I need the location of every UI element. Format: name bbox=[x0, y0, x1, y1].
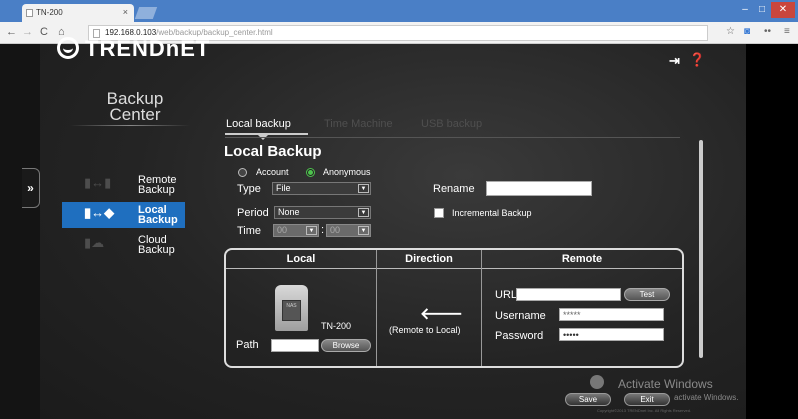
tab-close-icon[interactable]: × bbox=[123, 7, 128, 17]
password-label: Password bbox=[495, 330, 544, 342]
remote-backup-icon: ▮↔▮ bbox=[84, 175, 112, 190]
time-hour-value: 00 bbox=[277, 225, 288, 235]
time-separator: : bbox=[321, 224, 325, 236]
logo-mark bbox=[57, 37, 79, 59]
extension-dots-icon[interactable]: •• bbox=[764, 26, 771, 37]
tab-time-machine[interactable]: Time Machine bbox=[324, 118, 393, 130]
col-direction-header: Direction bbox=[405, 253, 453, 265]
tab-usb-backup[interactable]: USB backup bbox=[421, 118, 482, 130]
save-button[interactable]: Save bbox=[565, 393, 611, 406]
sidebar-item-label: Local Backup bbox=[138, 204, 178, 226]
time-minute-value: 00 bbox=[330, 225, 341, 235]
column-divider bbox=[481, 250, 482, 366]
chevron-down-icon: ▼ bbox=[358, 208, 369, 217]
anonymous-label: Anonymous bbox=[323, 167, 371, 177]
direction-text: (Remote to Local) bbox=[389, 325, 461, 335]
rename-input[interactable] bbox=[486, 181, 592, 196]
back-icon[interactable]: ← bbox=[6, 26, 17, 38]
new-tab-button[interactable] bbox=[134, 7, 158, 19]
local-backup-icon: ▮↔◆ bbox=[84, 205, 115, 220]
sidebar-item-local-backup[interactable]: ▮↔◆ Local Backup bbox=[62, 202, 185, 228]
sidebar-item-remote-backup[interactable]: ▮↔▮ Remote Backup bbox=[62, 172, 185, 198]
scrollbar[interactable] bbox=[699, 140, 703, 358]
minimize-button[interactable]: – bbox=[737, 2, 753, 18]
col-local-header: Local bbox=[286, 253, 316, 265]
username-input[interactable]: ***** bbox=[559, 308, 664, 321]
type-value: File bbox=[276, 183, 291, 193]
nas-device-icon: NAS bbox=[275, 285, 308, 331]
account-label: Account bbox=[256, 167, 289, 177]
logout-icon[interactable]: ⇥ bbox=[669, 53, 680, 69]
arrow-left-icon: 🡐 bbox=[420, 306, 463, 323]
right-margin bbox=[746, 44, 798, 419]
password-input[interactable]: ••••• bbox=[559, 328, 664, 341]
browse-button[interactable]: Browse bbox=[321, 339, 371, 352]
sidebar-divider bbox=[70, 125, 190, 126]
incremental-backup-label: Incremental Backup bbox=[452, 208, 532, 218]
time-label: Time bbox=[237, 225, 262, 237]
rename-label: Rename bbox=[433, 183, 475, 195]
url-label: URL bbox=[495, 289, 518, 301]
path-label: Path bbox=[236, 339, 259, 351]
time-minute-select[interactable]: 00 ▼ bbox=[326, 224, 371, 237]
sidebar-toggle-button[interactable]: » bbox=[22, 168, 40, 208]
sidebar-item-label: Remote Backup bbox=[138, 174, 177, 196]
column-divider bbox=[376, 250, 377, 366]
page-icon bbox=[26, 9, 33, 17]
device-name: TN-200 bbox=[321, 321, 352, 331]
test-button[interactable]: Test bbox=[624, 288, 670, 301]
period-label: Period bbox=[237, 207, 269, 219]
nas-slot-label: NAS bbox=[282, 300, 301, 321]
anonymous-radio[interactable] bbox=[306, 168, 315, 177]
extension-icon[interactable]: ◙ bbox=[744, 26, 750, 37]
section-title: Local Backup bbox=[224, 143, 322, 160]
url-input[interactable] bbox=[516, 288, 621, 301]
period-value: None bbox=[278, 207, 300, 217]
incremental-backup-checkbox[interactable] bbox=[434, 208, 444, 218]
help-icon[interactable]: ❓ bbox=[689, 52, 705, 68]
period-select[interactable]: None ▼ bbox=[274, 206, 371, 219]
close-window-button[interactable]: ✕ bbox=[771, 2, 795, 18]
chevron-down-icon: ▼ bbox=[306, 226, 317, 235]
activate-windows-subtitle: activate Windows. bbox=[674, 393, 739, 402]
menu-icon[interactable]: ≡ bbox=[784, 26, 790, 37]
chevron-down-icon: ▼ bbox=[358, 226, 369, 235]
copyright-text: Copyright©2013 TRENDnet Inc. All Rights … bbox=[597, 408, 692, 413]
windows-logo-icon bbox=[590, 375, 604, 389]
tab-title: TN-200 bbox=[36, 8, 63, 17]
time-hour-select[interactable]: 00 ▼ bbox=[273, 224, 319, 237]
browser-tab[interactable]: TN-200 × bbox=[22, 4, 134, 22]
tab-local-backup[interactable]: Local backup bbox=[226, 118, 291, 130]
sidebar-item-cloud-backup[interactable]: ▮☁ Cloud Backup bbox=[62, 232, 185, 258]
path-input[interactable] bbox=[271, 339, 319, 352]
sidebar-item-label: Cloud Backup bbox=[138, 234, 175, 256]
forward-icon[interactable]: → bbox=[22, 26, 33, 38]
cloud-backup-icon: ▮☁ bbox=[84, 235, 105, 250]
type-label: Type bbox=[237, 183, 261, 195]
exit-button[interactable]: Exit bbox=[624, 393, 670, 406]
browser-titlebar: TN-200 × – □ ✕ bbox=[0, 0, 798, 22]
logo-text: TRENDnET bbox=[85, 36, 211, 61]
reload-icon[interactable]: C bbox=[40, 26, 48, 38]
maximize-button[interactable]: □ bbox=[754, 2, 770, 18]
trendnet-logo: TRENDnET bbox=[57, 36, 210, 62]
bookmark-star-icon[interactable]: ☆ bbox=[726, 26, 735, 37]
username-label: Username bbox=[495, 310, 546, 322]
type-select[interactable]: File ▼ bbox=[272, 182, 371, 195]
section-divider bbox=[225, 137, 680, 138]
col-remote-header: Remote bbox=[561, 253, 603, 265]
activate-windows-title: Activate Windows bbox=[618, 377, 713, 391]
sidebar-title: Backup Center bbox=[106, 89, 164, 124]
chevron-down-icon: ▼ bbox=[358, 184, 369, 193]
account-radio[interactable] bbox=[238, 168, 247, 177]
